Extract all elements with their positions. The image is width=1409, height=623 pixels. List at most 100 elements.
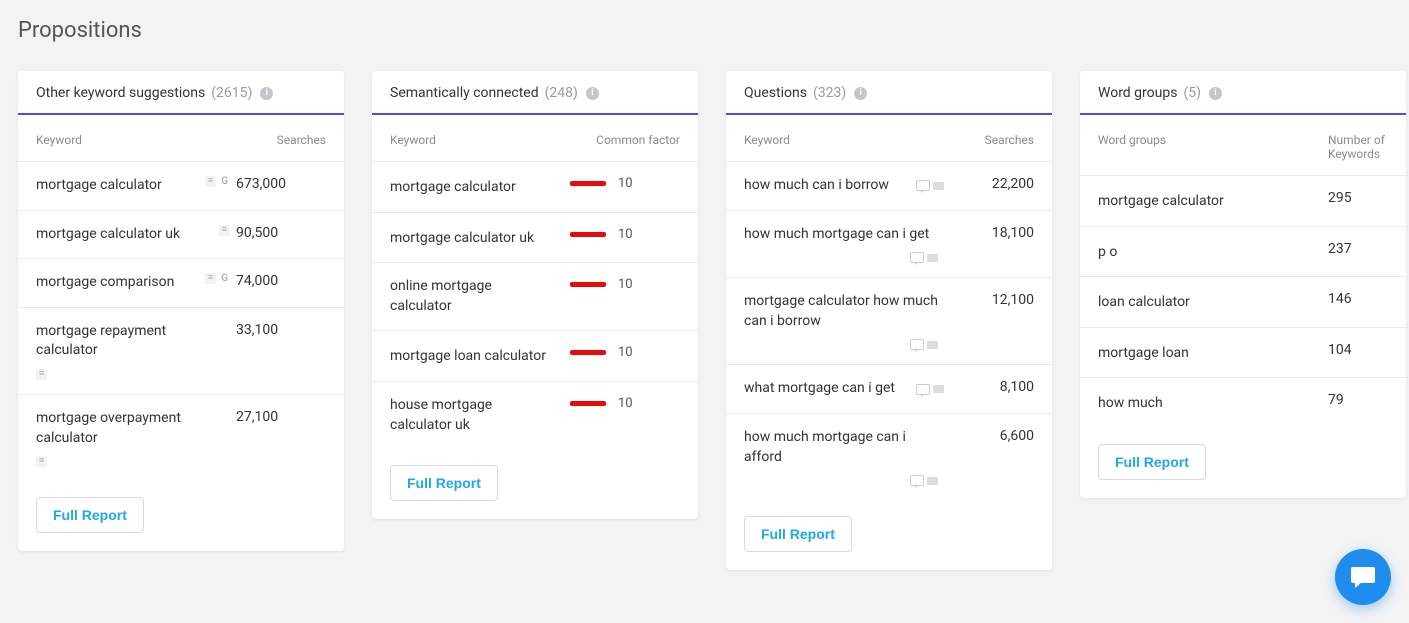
keyword-label: how much can i borrow bbox=[744, 176, 889, 196]
searches-value: 18,100 bbox=[944, 225, 1034, 241]
table-row[interactable]: mortgage calculator uk 10 bbox=[372, 213, 698, 264]
searches-value: 22,200 bbox=[944, 176, 1034, 192]
table-row[interactable]: online mortgage calculator10 bbox=[372, 263, 698, 331]
searches-value: 27,100 bbox=[236, 409, 326, 425]
common-factor-value: 10 bbox=[618, 227, 633, 242]
snippet-icon: ≡ bbox=[205, 176, 216, 187]
table-row[interactable]: mortgage loan 104 bbox=[1080, 328, 1406, 379]
card-header[interactable]: Word groups (5) i bbox=[1080, 71, 1406, 115]
table-row[interactable]: mortgage calculator uk≡90,500 bbox=[18, 211, 344, 260]
common-factor-value: 10 bbox=[618, 345, 633, 360]
serp-tags: ≡ bbox=[219, 225, 236, 236]
col-num-keywords: Number of Keywords bbox=[1328, 133, 1388, 161]
table-row[interactable]: what mortgage can i get8,100 bbox=[726, 365, 1052, 414]
col-keyword: Keyword bbox=[744, 133, 944, 147]
searches-value: 673,000 bbox=[236, 176, 326, 192]
col-word-groups: Word groups bbox=[1098, 133, 1328, 161]
keyword-count-value: 295 bbox=[1328, 190, 1388, 206]
google-icon: G bbox=[219, 176, 230, 187]
common-factor-value: 10 bbox=[618, 396, 633, 411]
card-count: (5) bbox=[1183, 85, 1201, 101]
word-group-label: mortgage loan bbox=[1098, 345, 1189, 361]
card-footer: Full Report bbox=[372, 449, 698, 519]
keyword-label: house mortgage calculator uk bbox=[390, 396, 550, 435]
word-group-label: p o bbox=[1098, 244, 1117, 260]
common-factor-bar: 10 bbox=[570, 345, 680, 360]
keyword-label: mortgage repayment calculator bbox=[36, 322, 216, 361]
card-header[interactable]: Semantically connected (248) i bbox=[372, 71, 698, 115]
keyword-label: mortgage calculator bbox=[390, 178, 516, 198]
info-icon[interactable]: i bbox=[1209, 87, 1222, 100]
keyword-count-value: 104 bbox=[1328, 342, 1388, 358]
keyword-label: what mortgage can i get bbox=[744, 379, 895, 399]
table-row[interactable]: p o237 bbox=[1080, 227, 1406, 278]
full-report-button[interactable]: Full Report bbox=[744, 516, 852, 552]
col-keyword: Keyword bbox=[36, 133, 236, 147]
keyword-count-value: 146 bbox=[1328, 291, 1388, 307]
keyword-label: mortgage calculator uk bbox=[36, 225, 180, 245]
table-row[interactable]: loan calculator146 bbox=[1080, 277, 1406, 328]
table-row[interactable]: mortgage comparison≡G74,000 bbox=[18, 259, 344, 308]
table-row[interactable]: how much mortgage can i get18,100 bbox=[726, 211, 1052, 279]
table-row[interactable]: house mortgage calculator uk 10 bbox=[372, 382, 698, 449]
card-other-keywords: Other keyword suggestions (2615) i Keywo… bbox=[18, 71, 344, 551]
table-row[interactable]: how much mortgage can i afford6,600 bbox=[726, 414, 1052, 500]
chat-icon bbox=[1349, 563, 1377, 591]
card-semantic: Semantically connected (248) i Keyword C… bbox=[372, 71, 698, 519]
table-row[interactable]: mortgage calculator 10 bbox=[372, 162, 698, 213]
searches-value: 33,100 bbox=[236, 322, 326, 338]
serp-tags: ≡G bbox=[205, 176, 236, 187]
serp-tags: ≡ bbox=[36, 456, 236, 467]
snippet-icon bbox=[933, 182, 944, 190]
full-report-button[interactable]: Full Report bbox=[1098, 444, 1206, 480]
common-factor-value: 10 bbox=[618, 277, 633, 292]
table-row[interactable]: mortgage repayment calculator≡33,100 bbox=[18, 308, 344, 395]
snippet-icon bbox=[927, 477, 938, 485]
snippet-icon: ≡ bbox=[219, 225, 230, 236]
card-questions: Questions (323) i Keyword Searches how m… bbox=[726, 71, 1052, 570]
table-row[interactable]: mortgage overpayment calculator ≡ 27,100 bbox=[18, 395, 344, 481]
keyword-label: how much mortgage can i afford bbox=[744, 428, 944, 467]
searches-value: 74,000 bbox=[236, 273, 326, 289]
card-footer: Full Report bbox=[18, 481, 344, 551]
table-row[interactable]: mortgage calculator 295 bbox=[1080, 176, 1406, 227]
google-icon: G bbox=[219, 273, 230, 284]
table-row[interactable]: mortgage loan calculator10 bbox=[372, 331, 698, 382]
col-common-factor: Common factor bbox=[570, 133, 680, 147]
searches-value: 12,100 bbox=[944, 292, 1034, 308]
info-icon[interactable]: i bbox=[586, 87, 599, 100]
page-title: Propositions bbox=[18, 18, 1391, 43]
serp-feature-icons bbox=[916, 180, 944, 191]
common-factor-bar: 10 bbox=[570, 176, 680, 191]
column-headers: Keyword Searches bbox=[726, 115, 1052, 162]
info-icon[interactable]: i bbox=[260, 87, 273, 100]
table-row[interactable]: mortgage calculator how much can i borro… bbox=[726, 278, 1052, 365]
common-factor-bar: 10 bbox=[570, 396, 680, 411]
table-row[interactable]: mortgage calculator≡G673,000 bbox=[18, 162, 344, 211]
bar-fill bbox=[570, 181, 606, 186]
col-keyword: Keyword bbox=[390, 133, 570, 147]
table-row[interactable]: how much79 bbox=[1080, 378, 1406, 428]
snippet-icon bbox=[927, 254, 938, 262]
keyword-label: mortgage overpayment calculator bbox=[36, 409, 216, 448]
chat-widget-button[interactable] bbox=[1335, 549, 1391, 605]
cards-row: Other keyword suggestions (2615) i Keywo… bbox=[18, 71, 1391, 570]
snippet-icon: ≡ bbox=[36, 456, 47, 467]
card-header[interactable]: Questions (323) i bbox=[726, 71, 1052, 115]
card-footer: Full Report bbox=[726, 500, 1052, 570]
info-icon[interactable]: i bbox=[854, 87, 867, 100]
card-count: (2615) bbox=[211, 85, 252, 101]
table-row[interactable]: how much can i borrow 22,200 bbox=[726, 162, 1052, 211]
keyword-label: mortgage calculator uk bbox=[390, 229, 534, 249]
full-report-button[interactable]: Full Report bbox=[390, 465, 498, 501]
common-factor-bar: 10 bbox=[570, 227, 680, 242]
keyword-label: mortgage comparison bbox=[36, 273, 174, 293]
featured-snippet-icon bbox=[910, 475, 924, 486]
searches-value: 6,600 bbox=[944, 428, 1034, 444]
keyword-count-value: 79 bbox=[1328, 392, 1388, 408]
word-group-label: mortgage calculator bbox=[1098, 193, 1224, 209]
col-searches: Searches bbox=[236, 133, 326, 147]
card-header[interactable]: Other keyword suggestions (2615) i bbox=[18, 71, 344, 115]
card-title: Word groups bbox=[1098, 85, 1177, 101]
full-report-button[interactable]: Full Report bbox=[36, 497, 144, 533]
